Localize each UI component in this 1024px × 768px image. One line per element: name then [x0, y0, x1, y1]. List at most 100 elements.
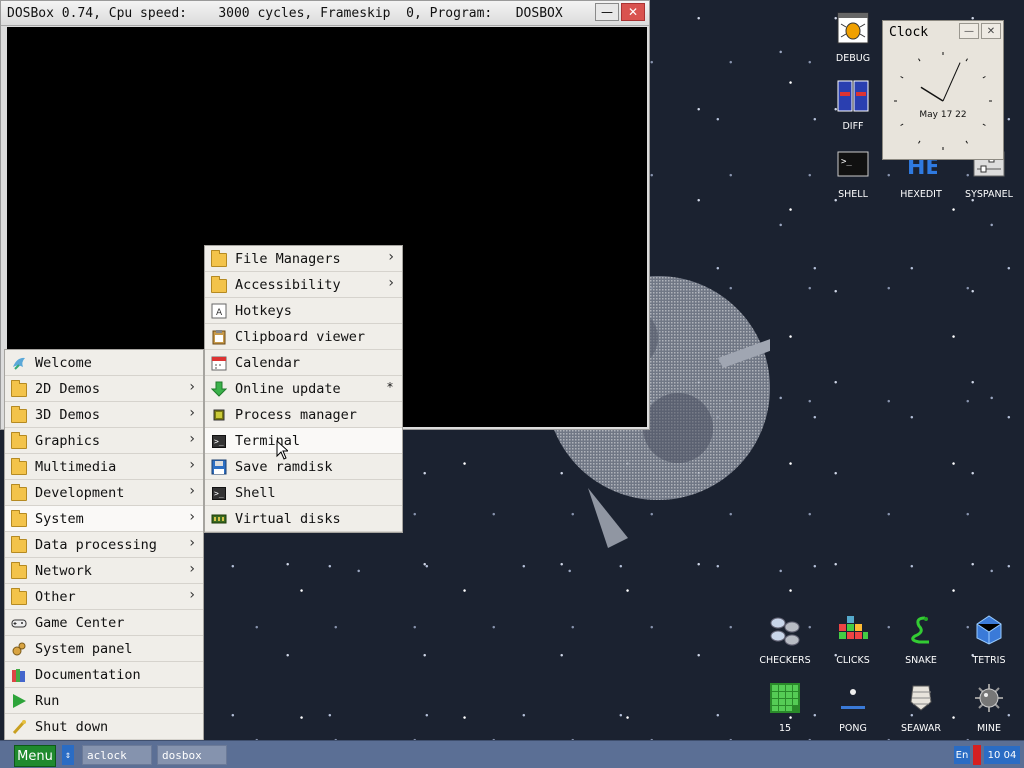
gears-icon	[11, 641, 27, 657]
desktop-icon-snake[interactable]: SNAKE	[889, 614, 953, 666]
folder-icon	[11, 562, 27, 579]
analog-clock-face: May 17 22	[894, 52, 992, 150]
taskbar-task-aclock[interactable]: aclock	[82, 745, 152, 765]
close-icon[interactable]: ✕	[981, 23, 1001, 39]
desktop-icon-15[interactable]: 15	[753, 682, 817, 734]
menu-item-network[interactable]: Network ›	[5, 558, 203, 584]
submenu-item-terminal[interactable]: >_ Terminal	[205, 428, 402, 454]
menu-label: Accessibility	[235, 276, 341, 293]
chevron-right-icon: ›	[189, 405, 195, 421]
taskbar: Menu ⇕ aclock dosbox En 10 04	[0, 740, 1024, 768]
menu-label: Game Center	[35, 614, 125, 631]
desktop-icon-mine[interactable]: MINE	[957, 682, 1021, 734]
chevron-right-icon: ›	[189, 535, 195, 551]
switch-arrows-icon[interactable]: ⇕	[62, 745, 74, 765]
menu-label: Virtual disks	[235, 510, 341, 527]
menu-label: 2D Demos	[35, 380, 101, 397]
menu-item-3d-demos[interactable]: 3D Demos ›	[5, 402, 203, 428]
clock-tick	[982, 123, 986, 126]
cpu-indicator	[973, 745, 981, 765]
menu-item-game-center[interactable]: Game Center	[5, 610, 203, 636]
menu-item-system-panel[interactable]: System panel	[5, 636, 203, 662]
desktop-icon-seawar[interactable]: SEAWAR	[889, 682, 953, 734]
menu-item-welcome[interactable]: Welcome	[5, 350, 203, 376]
menu-label: Hotkeys	[235, 302, 292, 319]
menu-button[interactable]: Menu	[14, 745, 56, 767]
menu-label: Documentation	[35, 666, 141, 683]
desktop-icon-tetris[interactable]: TETRIS	[957, 614, 1021, 666]
chevron-right-icon: ›	[388, 249, 394, 265]
clock-tick	[918, 58, 921, 62]
menu-item-2d-demos[interactable]: 2D Demos ›	[5, 376, 203, 402]
submenu-item-process-manager[interactable]: Process manager	[205, 402, 402, 428]
snake-label: SNAKE	[905, 655, 937, 666]
taskbar-clock[interactable]: 10 04	[984, 746, 1020, 764]
seawar-icon	[910, 685, 932, 711]
language-indicator[interactable]: En	[954, 746, 970, 764]
menu-label: Online update	[235, 380, 341, 397]
desktop-icon-checkers[interactable]: CHECKERS	[753, 614, 817, 666]
folder-icon	[11, 458, 27, 475]
submenu-item-calendar[interactable]: Calendar	[205, 350, 402, 376]
shell-terminal-icon: >_	[837, 151, 869, 177]
chip-icon	[211, 407, 227, 423]
menu-label: Network	[35, 562, 92, 579]
desktop-icon-pong[interactable]: PONG	[821, 682, 885, 734]
menu-item-run[interactable]: Run	[5, 688, 203, 714]
desktop-icon-shell[interactable]: >_ SHELL	[821, 148, 885, 200]
close-icon[interactable]: ✕	[621, 3, 645, 21]
menu-item-documentation[interactable]: Documentation	[5, 662, 203, 688]
folder-icon	[11, 510, 27, 527]
menu-label: File Managers	[235, 250, 341, 267]
submenu-item-accessibility[interactable]: Accessibility ›	[205, 272, 402, 298]
submenu-item-online-update[interactable]: Online update *	[205, 376, 402, 402]
folder-icon	[11, 536, 27, 553]
terminal-icon: >_	[211, 433, 227, 449]
menu-item-other[interactable]: Other ›	[5, 584, 203, 610]
svg-text:>_: >_	[841, 157, 852, 167]
submenu-item-hotkeys[interactable]: A Hotkeys	[205, 298, 402, 324]
folder-icon	[11, 432, 27, 449]
menu-label: Shut down	[35, 718, 109, 735]
diff-label: DIFF	[842, 121, 864, 132]
menu-label: Terminal	[235, 432, 301, 449]
hour-hand	[920, 86, 944, 102]
menu-item-development[interactable]: Development ›	[5, 480, 203, 506]
menu-item-multimedia[interactable]: Multimedia ›	[5, 454, 203, 480]
menu-item-graphics[interactable]: Graphics ›	[5, 428, 203, 454]
menu-item-system[interactable]: System ›	[5, 506, 203, 532]
submenu-item-virtual-disks[interactable]: Virtual disks	[205, 506, 402, 532]
welcome-bird-icon	[11, 355, 27, 371]
desktop-icon-diff[interactable]: DIFF	[821, 80, 885, 132]
download-arrow-icon	[211, 381, 227, 397]
taskbar-task-dosbox[interactable]: dosbox	[157, 745, 227, 765]
menu-label: Other	[35, 588, 76, 605]
chevron-right-icon: ›	[189, 379, 195, 395]
submenu-item-clipboard-viewer[interactable]: Clipboard viewer	[205, 324, 402, 350]
menu-label: Process manager	[235, 406, 357, 423]
menu-label: Welcome	[35, 354, 92, 371]
menu-item-shut-down[interactable]: Shut down	[5, 714, 203, 740]
desktop-icon-clicks[interactable]: CLICKS	[821, 614, 885, 666]
fifteen-puzzle-icon	[770, 683, 800, 713]
debug-bug-icon	[837, 12, 869, 44]
menu-label: Shell	[235, 484, 276, 501]
submenu-item-shell[interactable]: >_ Shell	[205, 480, 402, 506]
minimize-icon[interactable]: —	[959, 23, 979, 39]
system-submenu: File Managers › Accessibility › A Hotkey…	[204, 245, 403, 533]
update-mark: *	[387, 380, 393, 394]
checkers-icon	[770, 617, 800, 646]
mouse-cursor-icon	[276, 440, 288, 460]
folder-icon	[11, 380, 27, 397]
clock-tick	[965, 58, 968, 62]
submenu-item-save-ramdisk[interactable]: Save ramdisk	[205, 454, 402, 480]
minimize-icon[interactable]: —	[595, 3, 619, 21]
menu-item-data-processing[interactable]: Data processing ›	[5, 532, 203, 558]
clock-window[interactable]: Clock — ✕ May 17 22	[882, 20, 1004, 160]
dosbox-title[interactable]: DOSBox 0.74, Cpu speed: 3000 cycles, Fra…	[1, 1, 649, 26]
menu-label: Development	[35, 484, 125, 501]
folder-icon	[211, 276, 227, 293]
submenu-item-file-managers[interactable]: File Managers ›	[205, 246, 402, 272]
syspanel-label: SYSPANEL	[965, 189, 1013, 200]
desktop-icon-debug[interactable]: DEBUG	[821, 12, 885, 64]
